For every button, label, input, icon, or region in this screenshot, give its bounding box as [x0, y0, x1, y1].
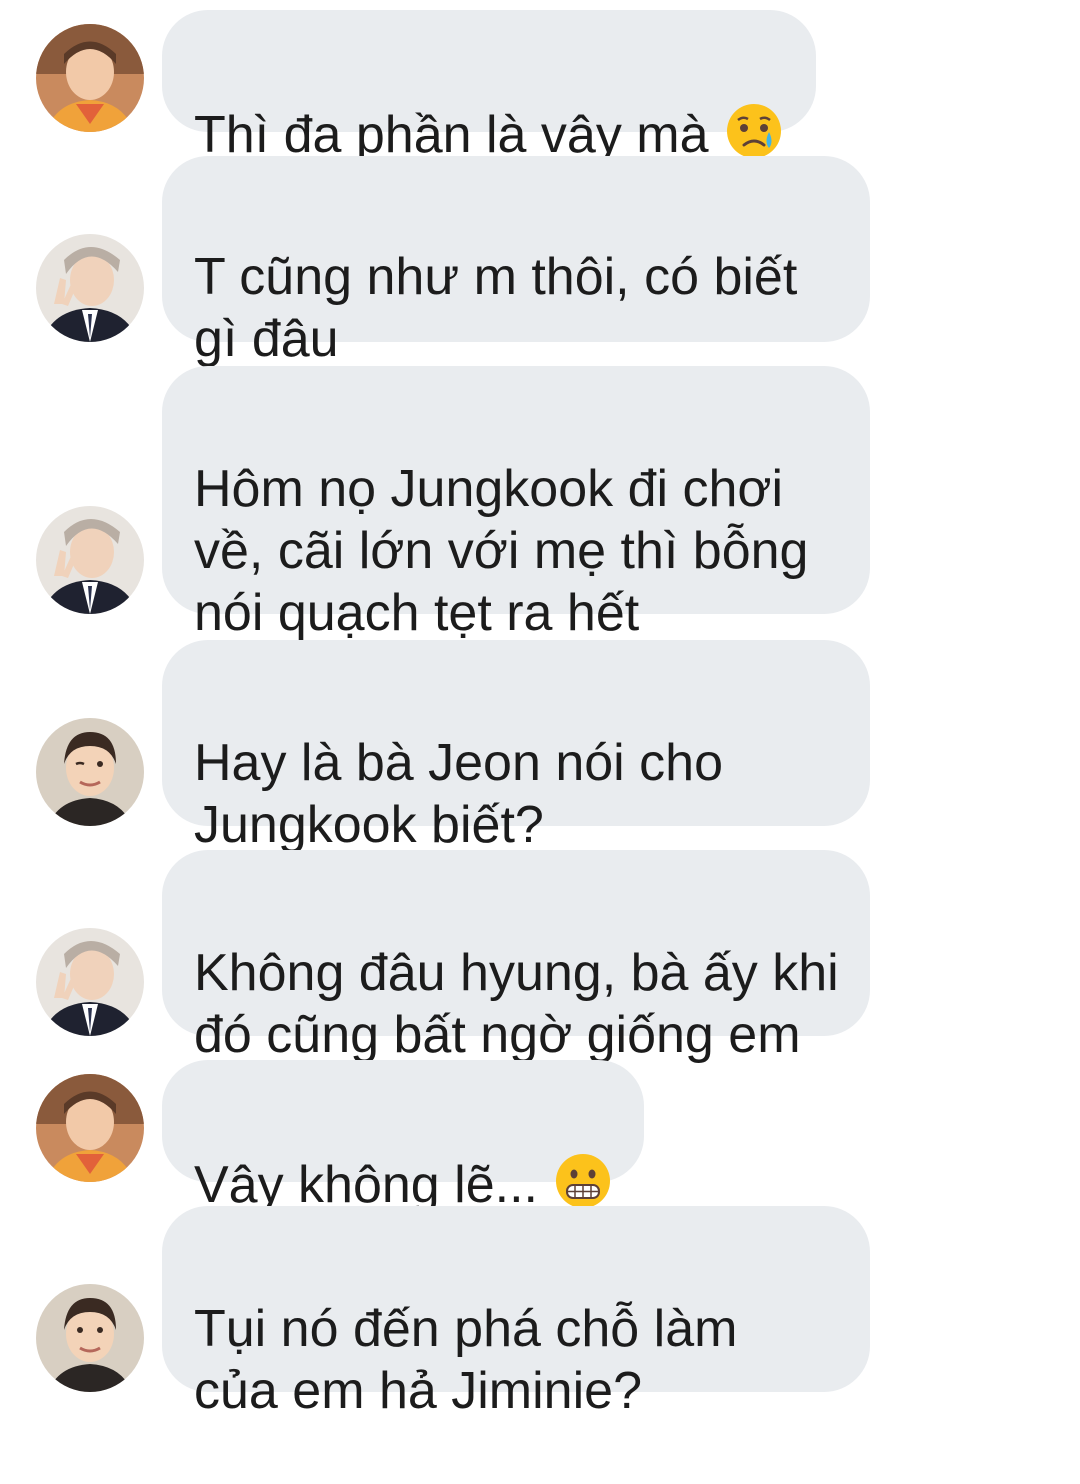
grimacing-face-icon: [556, 1154, 610, 1208]
message-text: Tụi nó đến phá chỗ làm của em hả Jiminie…: [194, 1300, 738, 1420]
message-row: Hay là bà Jeon nói cho Jungkook biết?: [0, 640, 1080, 854]
avatar-orange-shirt[interactable]: [36, 24, 144, 132]
message-bubble[interactable]: Thì đa phần là vậy mà: [162, 10, 816, 164]
avatar-suit-peace[interactable]: [36, 928, 144, 1036]
message-text: T cũng như m thôi, có biết gì đâu: [194, 248, 798, 368]
message-bubble[interactable]: Hôm nọ Jungkook đi chơi về, cãi lớn với …: [162, 366, 870, 642]
message-text: Hôm nọ Jungkook đi chơi về, cãi lớn với …: [194, 460, 809, 642]
avatar-suit-peace[interactable]: [36, 506, 144, 614]
message-row: Hôm nọ Jungkook đi chơi về, cãi lớn với …: [0, 366, 1080, 642]
message-text: Hay là bà Jeon nói cho Jungkook biết?: [194, 734, 724, 854]
message-row: Vậy không lẽ...: [0, 1060, 1080, 1214]
message-text: Không đâu hyung, bà ấy khi đó cũng bất n…: [194, 944, 839, 1064]
message-bubble[interactable]: Vậy không lẽ...: [162, 1060, 644, 1214]
message-row: Không đâu hyung, bà ấy khi đó cũng bất n…: [0, 850, 1080, 1064]
avatar-orange-shirt[interactable]: [36, 1074, 144, 1182]
message-bubble[interactable]: Hay là bà Jeon nói cho Jungkook biết?: [162, 640, 870, 854]
avatar-wink[interactable]: [36, 1284, 144, 1392]
message-bubble[interactable]: Tụi nó đến phá chỗ làm của em hả Jiminie…: [162, 1206, 870, 1420]
avatar-wink[interactable]: [36, 718, 144, 826]
message-row: Tụi nó đến phá chỗ làm của em hả Jiminie…: [0, 1206, 1080, 1420]
crying-face-icon: [726, 104, 781, 158]
message-row: T cũng như m thôi, có biết gì đâu: [0, 156, 1080, 368]
message-bubble[interactable]: Không đâu hyung, bà ấy khi đó cũng bất n…: [162, 850, 870, 1064]
message-bubble[interactable]: T cũng như m thôi, có biết gì đâu: [162, 156, 870, 368]
message-row: Thì đa phần là vậy mà: [0, 10, 1080, 164]
avatar-suit-peace[interactable]: [36, 234, 144, 342]
